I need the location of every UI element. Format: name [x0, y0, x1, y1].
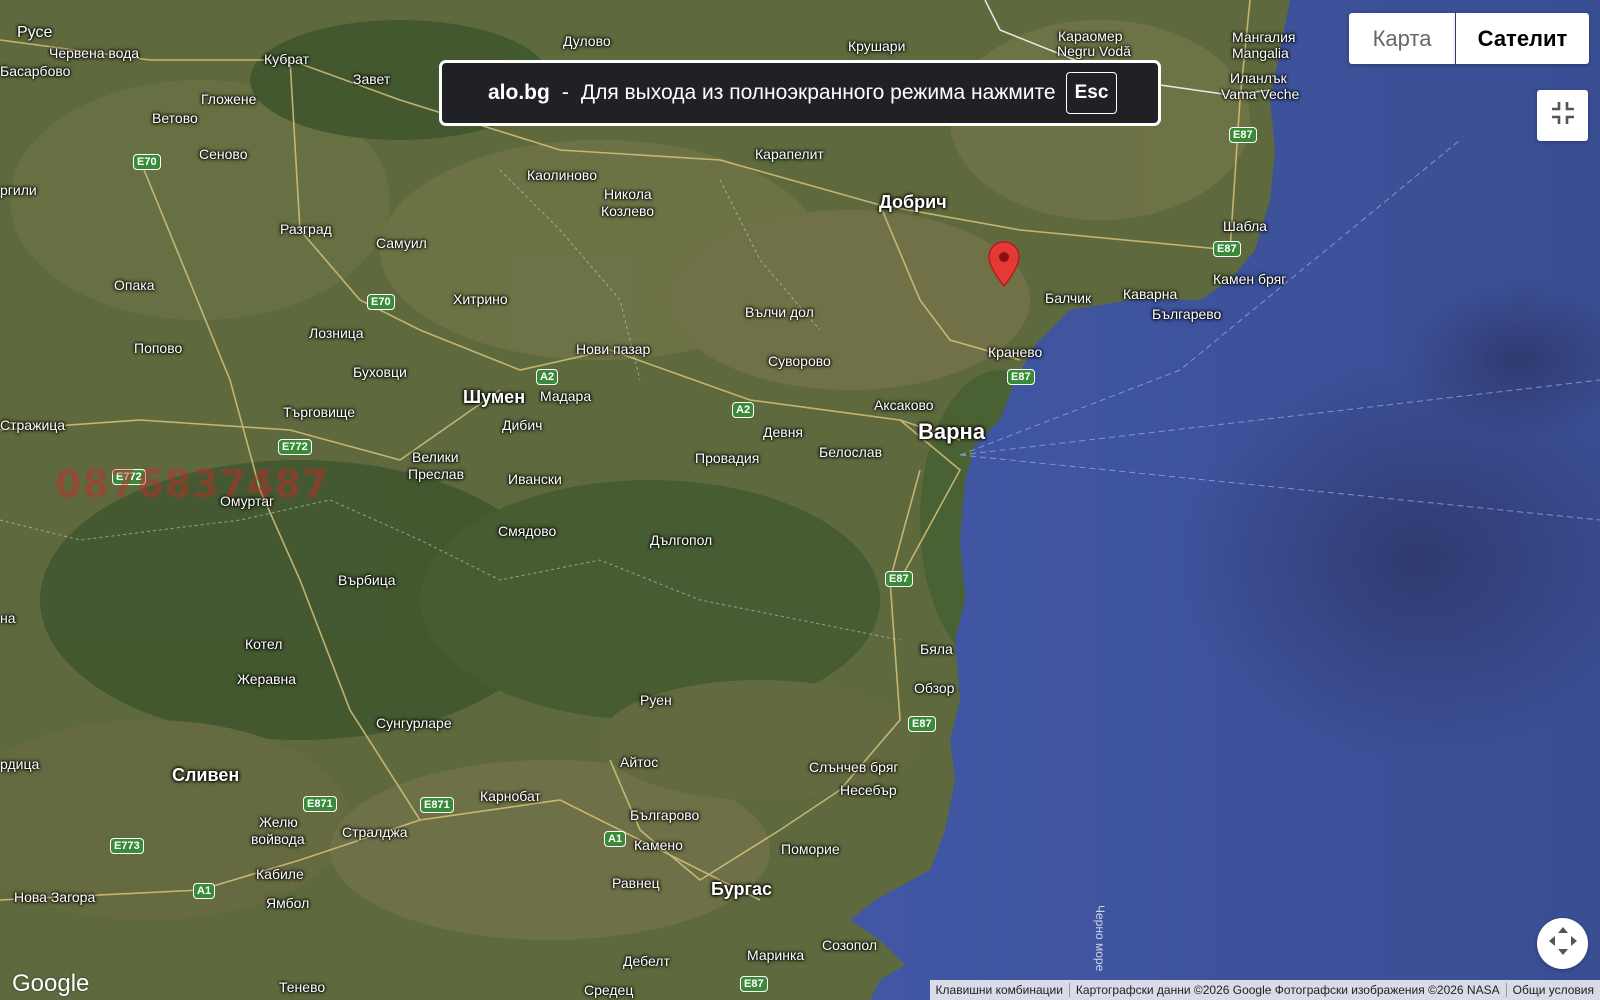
- exit-fullscreen-button[interactable]: [1537, 90, 1588, 141]
- keyboard-shortcuts-link[interactable]: Клавишни комбинации: [930, 983, 1069, 997]
- road-shield: E87: [1229, 127, 1257, 143]
- road-shield: A2: [536, 369, 559, 385]
- road-shield: E70: [367, 294, 395, 310]
- road-shield: E87: [908, 716, 936, 732]
- road-shield: A1: [193, 883, 216, 899]
- fullscreen-banner: alo.bg - Для выхода из полноэкранного ре…: [439, 60, 1161, 126]
- satellite-type-button[interactable]: Сателит: [1456, 13, 1589, 64]
- road-shield: A2: [732, 402, 755, 418]
- camera-control-button[interactable]: [1537, 918, 1588, 969]
- terms-link[interactable]: Общи условия: [1505, 983, 1600, 997]
- road-shield: E871: [420, 797, 454, 813]
- road-shield: E871: [303, 796, 337, 812]
- road-shield: E773: [110, 838, 144, 854]
- esc-key: Esc: [1065, 72, 1118, 114]
- road-shield: A1: [604, 831, 627, 847]
- banner-message: Для выхода из полноэкранного режима нажм…: [580, 81, 1056, 104]
- road-shield: E87: [885, 571, 913, 587]
- google-logo: Google: [12, 970, 90, 997]
- road-shield: E70: [133, 154, 161, 170]
- banner-separator: -: [561, 81, 569, 104]
- camera-control-icon: [1546, 924, 1580, 963]
- map-type-button[interactable]: Карта: [1349, 13, 1455, 64]
- exit-fullscreen-icon: [1550, 100, 1576, 131]
- map-footer: Клавишни комбинации Картографски данни ©…: [929, 980, 1600, 1000]
- attribution-text: Картографски данни ©2026 Google Фотограф…: [1068, 983, 1506, 997]
- road-shield: E87: [1213, 241, 1241, 257]
- banner-site: alo.bg: [488, 81, 550, 104]
- sea-label: Черно море: [1093, 905, 1107, 972]
- road-shield: E772: [278, 439, 312, 455]
- road-shield: E87: [740, 976, 768, 992]
- location-pin-icon[interactable]: [987, 240, 1021, 293]
- road-shield: E87: [1007, 369, 1035, 385]
- phone-watermark: 0876837487: [55, 462, 330, 506]
